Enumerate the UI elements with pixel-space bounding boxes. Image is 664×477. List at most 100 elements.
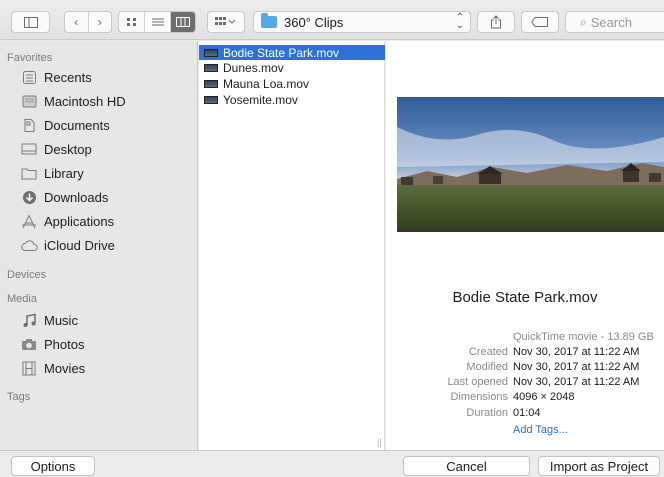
toolbar: ‹ › 360° Clips ⌃ ⌄ ⌕ Search	[0, 0, 664, 40]
chevron-updown-icon: ⌃ ⌄	[455, 12, 464, 31]
info-row-last-opened: Last opened Nov 30, 2017 at 11:22 AM	[386, 376, 664, 391]
info-row-created: Created Nov 30, 2017 at 11:22 AM	[386, 346, 664, 361]
movie-thumbnail-icon	[204, 80, 218, 88]
arrange-button[interactable]	[207, 11, 245, 33]
column-resize-handle[interactable]: ||	[377, 437, 382, 447]
sidebar-item-music[interactable]: Music	[20, 309, 78, 331]
sidebar-item-label: iCloud Drive	[44, 237, 115, 253]
column-view-icon	[176, 17, 190, 27]
view-mode-control	[118, 11, 196, 33]
info-row-modified: Modified Nov 30, 2017 at 11:22 AM	[386, 361, 664, 376]
sidebar-item-macintosh-hd[interactable]: Macintosh HD	[20, 90, 126, 112]
tag-button[interactable]	[521, 11, 559, 33]
add-tags-link[interactable]: Add Tags...	[513, 424, 568, 436]
preview-title: Bodie State Park.mov	[452, 289, 598, 306]
folder-icon	[20, 164, 38, 182]
info-key: Modified	[466, 361, 508, 373]
list-view-button[interactable]	[145, 12, 171, 32]
file-row-bodie-state-park[interactable]: Bodie State Park.mov	[199, 45, 385, 60]
sidebar-toggle-icon	[23, 16, 38, 28]
search-field[interactable]: ⌕ Search	[565, 11, 664, 33]
camera-icon	[20, 335, 38, 353]
sidebar-item-applications[interactable]: Applications	[20, 210, 114, 232]
preview-kind: QuickTime movie - 13.89 GB	[513, 331, 654, 343]
file-row-yosemite[interactable]: Yosemite.mov	[199, 93, 385, 107]
info-key: Duration	[466, 407, 508, 419]
preview-image	[397, 97, 664, 232]
sidebar-item-movies[interactable]: Movies	[20, 357, 85, 379]
arrange-icon	[215, 17, 236, 25]
search-placeholder: Search	[590, 14, 632, 30]
preview-pane: Bodie State Park.mov QuickTime movie - 1…	[386, 41, 664, 450]
sidebar-toggle-button[interactable]	[11, 11, 50, 33]
info-row-dimensions: Dimensions 4096 × 2048	[386, 391, 664, 406]
sidebar-item-label: Documents	[44, 117, 110, 133]
sidebar-item-label: Desktop	[44, 141, 92, 157]
sidebar-item-downloads[interactable]: Downloads	[20, 186, 108, 208]
forward-icon: ›	[97, 15, 102, 29]
list-view-icon	[151, 18, 164, 26]
media-section-title: Media	[7, 293, 37, 305]
column-view-button[interactable]	[171, 12, 195, 32]
sidebar-item-documents[interactable]: Documents	[20, 114, 110, 136]
sidebar-item-icloud-drive[interactable]: iCloud Drive	[20, 234, 115, 256]
sidebar-item-label: Library	[44, 165, 84, 181]
share-button[interactable]	[477, 11, 515, 33]
info-key: Last opened	[447, 376, 508, 388]
cloud-icon	[20, 236, 38, 254]
sidebar-item-label: Macintosh HD	[44, 93, 126, 109]
import-as-project-button[interactable]: Import as Project	[538, 456, 660, 476]
icon-view-button[interactable]	[119, 12, 145, 32]
back-button[interactable]: ‹	[65, 12, 89, 32]
options-button[interactable]: Options	[11, 456, 95, 476]
sidebar-item-label: Recents	[44, 69, 92, 85]
file-name: Bodie State Park.mov	[223, 45, 340, 60]
file-name: Dunes.mov	[223, 61, 284, 75]
search-icon: ⌕	[580, 14, 587, 29]
share-icon	[491, 15, 501, 29]
info-row-duration: Duration 01:04	[386, 407, 664, 422]
sidebar-item-desktop[interactable]: Desktop	[20, 138, 92, 160]
info-value: Nov 30, 2017 at 11:22 AM	[513, 376, 640, 388]
documents-icon	[20, 116, 38, 134]
hard-drive-icon	[20, 92, 38, 110]
info-value: Nov 30, 2017 at 11:22 AM	[513, 346, 640, 358]
sidebar-item-label: Movies	[44, 360, 86, 376]
icon-view-icon	[126, 18, 136, 26]
info-value: 4096 × 2048	[513, 391, 575, 403]
info-value: 01:04	[513, 407, 541, 419]
file-row-mauna-loa[interactable]: Mauna Loa.mov	[199, 77, 385, 91]
folder-icon	[261, 13, 277, 28]
movie-thumbnail-icon	[204, 48, 218, 57]
info-value: Nov 30, 2017 at 11:22 AM	[513, 361, 640, 373]
open-panel-window: ‹ › 360° Clips ⌃ ⌄ ⌕ Search Favorites Re…	[0, 0, 664, 477]
file-column: Bodie State Park.mov Dunes.mov Mauna Loa…	[199, 41, 385, 450]
sidebar-item-label: Music	[44, 312, 78, 328]
forward-button[interactable]: ›	[89, 12, 112, 32]
sidebar-item-photos[interactable]: Photos	[20, 333, 84, 355]
location-popup[interactable]: 360° Clips ⌃ ⌄	[253, 11, 471, 33]
tags-section-title: Tags	[7, 391, 31, 403]
info-key: Dimensions	[450, 391, 508, 403]
location-label: 360° Clips	[284, 14, 344, 30]
info-key: Created	[468, 346, 508, 358]
movie-thumbnail-icon	[204, 64, 218, 72]
movie-thumbnail-icon	[204, 96, 218, 104]
sidebar: Favorites Recents Macintosh HD Documents…	[0, 41, 198, 450]
bottom-bar: Options Cancel Import as Project	[0, 450, 664, 477]
sidebar-item-library[interactable]: Library	[20, 162, 84, 184]
cancel-button[interactable]: Cancel	[403, 456, 530, 476]
sidebar-item-label: Applications	[44, 213, 115, 229]
film-icon	[20, 359, 38, 377]
back-icon: ‹	[74, 15, 79, 29]
recents-icon	[20, 68, 38, 86]
sidebar-item-label: Photos	[44, 336, 85, 352]
desktop-icon	[20, 140, 38, 158]
sidebar-item-recents[interactable]: Recents	[20, 66, 92, 88]
tag-icon	[531, 17, 548, 27]
devices-section-title: Devices	[7, 269, 47, 281]
applications-icon	[20, 212, 38, 230]
downloads-icon	[20, 188, 38, 206]
file-name: Mauna Loa.mov	[223, 77, 310, 91]
file-row-dunes[interactable]: Dunes.mov	[199, 61, 385, 75]
